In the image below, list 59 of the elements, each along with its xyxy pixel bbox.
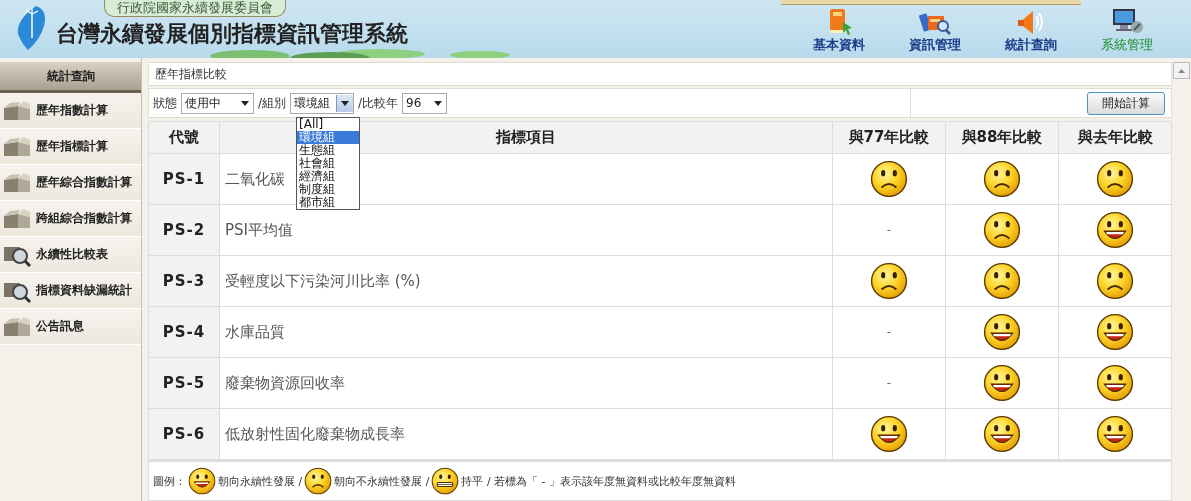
column-header: 與77年比較: [832, 121, 946, 154]
indicator-cell: 低放射性固化廢棄物成長率: [219, 408, 833, 460]
scroll-up-button[interactable]: [1173, 62, 1190, 79]
caret-icon: [241, 100, 249, 106]
filter-label: /比較年: [358, 94, 399, 112]
dropdown-option[interactable]: [All]: [297, 117, 359, 131]
code-cell: PS-6: [148, 408, 220, 460]
dropdown-option[interactable]: 生態組: [297, 143, 359, 157]
breadcrumb-title: 歷年指標比較: [148, 62, 1172, 87]
agency-name: 行政院國家永續發展委員會: [104, 0, 286, 17]
legend-text: 朝向永續性發展 /: [218, 473, 303, 489]
up-arrow-icon: [1178, 68, 1185, 73]
indicator-cell: 受輕度以下污染河川比率 (%): [219, 255, 833, 307]
code-cell: PS-5: [148, 357, 220, 409]
sidebar-item[interactable]: 公告訊息: [0, 309, 141, 345]
code-cell: PS-1: [148, 153, 220, 205]
monitor-wrench-icon: [1110, 6, 1144, 36]
table-cell: -: [832, 306, 946, 358]
system-title: 台灣永續發展個別指標資訊管理系統: [56, 20, 408, 48]
sidebar-item[interactable]: 歷年綜合指數計算: [0, 165, 141, 201]
dropdown-option[interactable]: 環境組: [297, 130, 359, 144]
box-icon: [2, 315, 32, 338]
column-header: 代號: [148, 121, 220, 154]
sidebar-item[interactable]: 永續性比較表: [0, 237, 141, 273]
nav-item[interactable]: 資訊管理: [887, 6, 983, 58]
box-icon: [2, 171, 32, 194]
table-cell: -: [832, 357, 946, 409]
code-cell: PS-3: [148, 255, 220, 307]
filter-label: 狀態: [153, 94, 177, 112]
sidebar-item[interactable]: 歷年指數計算: [0, 93, 141, 129]
dropdown-option[interactable]: 經濟組: [297, 169, 359, 183]
table-cell: -: [832, 204, 946, 256]
dropdown[interactable]: 96: [402, 92, 448, 114]
filter-label: /組別: [258, 94, 287, 112]
code-cell: PS-4: [148, 306, 220, 358]
caret-icon: [341, 100, 350, 106]
legend-text: 持平 / 若標為「 - 」表示該年度無資料或比較年度無資料: [461, 473, 737, 489]
box-icon: [2, 135, 32, 158]
indicator-cell: 水庫品質: [219, 306, 833, 358]
legend-label: 圖例：: [153, 473, 186, 489]
nav-item[interactable]: 統計查詢: [983, 6, 1079, 58]
sidebar-title: 統計查詢: [0, 62, 141, 93]
dropdown-option[interactable]: 社會組: [297, 156, 359, 170]
dropdown[interactable]: 環境組: [290, 92, 355, 114]
column-header: 與去年比較: [1058, 121, 1172, 154]
dropdown-option[interactable]: 制度組: [297, 182, 359, 196]
indicator-cell: 廢棄物資源回收率: [219, 357, 833, 409]
sidebar-item[interactable]: 指標資料缺漏統計: [0, 273, 141, 309]
sidebar-item[interactable]: 歷年指標計算: [0, 129, 141, 165]
nav-item[interactable]: 基本資料: [791, 6, 887, 58]
code-cell: PS-2: [148, 204, 220, 256]
dropdown[interactable]: 使用中: [181, 92, 254, 114]
column-header: 與88年比較: [945, 121, 1059, 154]
caret-icon: [434, 100, 443, 106]
legend-text: 朝向不永續性發展 /: [334, 473, 430, 489]
start-button[interactable]: 開始計算: [1087, 91, 1165, 115]
box-icon: [2, 99, 32, 122]
sidebar-item[interactable]: 跨組綜合指數計算: [0, 201, 141, 237]
box-icon: [2, 207, 32, 230]
